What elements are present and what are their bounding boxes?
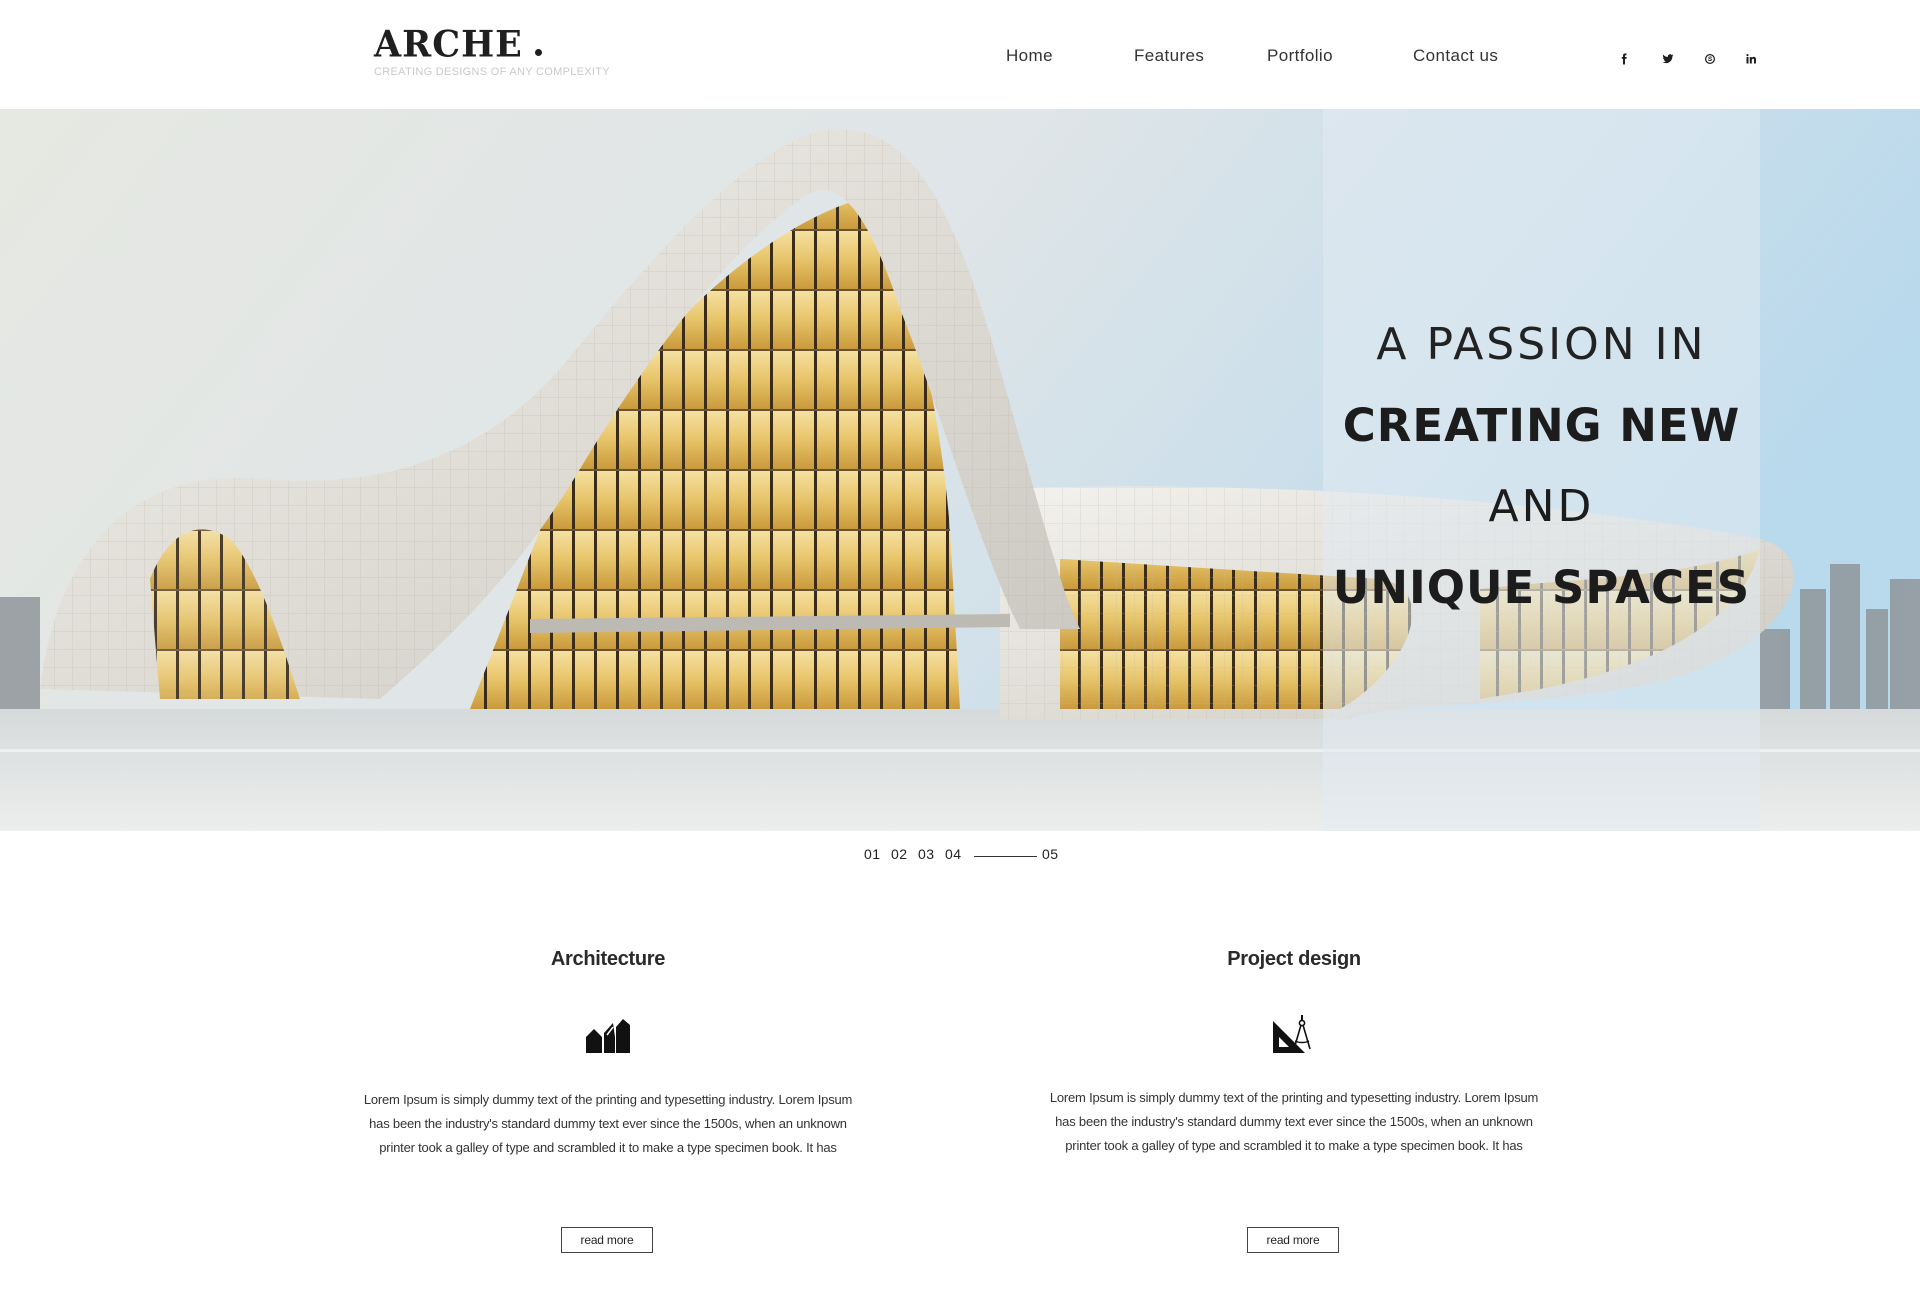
- slider-page-4[interactable]: 04: [945, 846, 962, 862]
- hero-headline-line-1: A PASSION IN: [1376, 319, 1707, 370]
- feature-title-architecture: Architecture: [550, 948, 666, 970]
- slider-page-2[interactable]: 02: [891, 846, 908, 862]
- hero-headline-line-4: UNIQUE SPACES: [1332, 561, 1751, 614]
- logo[interactable]: ARCHE: [374, 23, 542, 67]
- hero-text-panel: [1323, 109, 1760, 831]
- skype-icon[interactable]: [1699, 48, 1721, 70]
- linkedin-icon[interactable]: [1740, 48, 1762, 70]
- feature-title-project-design: Project design: [1227, 948, 1361, 970]
- slider-page-5[interactable]: 05: [1042, 846, 1059, 862]
- logo-dot: [534, 49, 542, 56]
- feature-text-project-design: Lorem Ipsum is simply dummy text of the …: [1049, 1090, 1539, 1153]
- tagline: CREATING DESIGNS OF ANY COMPLEXITY: [374, 66, 610, 78]
- buildings-icon: [586, 1019, 630, 1053]
- nav-home[interactable]: Home: [1006, 46, 1053, 66]
- drafting-tools-icon: [1273, 1015, 1311, 1053]
- slider-page-1[interactable]: 01: [864, 846, 881, 862]
- hero-headline-line-3: AND: [1488, 481, 1595, 532]
- read-more-button-project-design[interactable]: read more: [1247, 1227, 1339, 1253]
- hero-headline-line-2: CREATING NEW: [1342, 399, 1741, 452]
- slider-page-3[interactable]: 03: [918, 846, 935, 862]
- facebook-icon[interactable]: [1613, 48, 1635, 70]
- hero-banner: A PASSION IN CREATING NEW AND UNIQUE SPA…: [0, 109, 1920, 831]
- nav-portfolio[interactable]: Portfolio: [1267, 46, 1333, 66]
- logo-text[interactable]: ARCHE: [374, 23, 523, 67]
- feature-text-architecture: Lorem Ipsum is simply dummy text of the …: [363, 1092, 853, 1155]
- slider-progress-line: [974, 856, 1037, 857]
- nav-features[interactable]: Features: [1134, 46, 1204, 66]
- read-more-button-architecture[interactable]: read more: [561, 1227, 653, 1253]
- nav-contact-us[interactable]: Contact us: [1413, 46, 1498, 66]
- twitter-icon[interactable]: [1657, 48, 1679, 70]
- site-header: ARCHE CREATING DESIGNS OF ANY COMPLEXITY…: [0, 0, 1920, 109]
